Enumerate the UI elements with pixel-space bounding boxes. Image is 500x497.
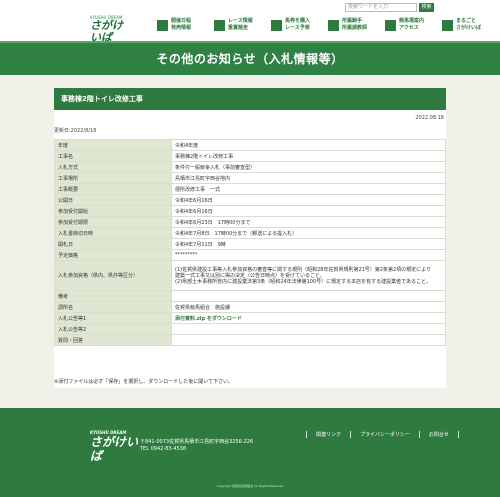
footer-address-block: 〒841-0073佐賀県鳥栖市江島町字西谷3256-226 TEL 0942-8…	[140, 439, 253, 453]
table-row: 公開日 令和4年6月16日	[54, 194, 446, 206]
table-row: 入札方式 条件付一般競争入札（事前審査型）	[54, 161, 446, 173]
bid-info-table: 年度 令和4年度 工事名 事務棟2階トイレ改修工事 入札方式 条件付一般競争入札（事前…	[54, 139, 446, 346]
table-row: 調所名 佐賀県競馬組合 施設課	[54, 301, 446, 313]
jockey-icon	[328, 19, 339, 31]
footer-link-contact[interactable]: お問合せ	[418, 431, 459, 438]
footer-logo[interactable]: KYUSHU DREAM さがけいば	[90, 430, 140, 463]
site-footer: KYUSHU DREAM さがけいば 〒841-0073佐賀県鳥栖市江島町字西谷…	[0, 408, 500, 497]
table-row: 工事場所 鳥栖市江島町字西谷地内	[54, 172, 446, 184]
download-note: ※添付ファイルは必ず「保存」を選択し、ダウンロードした後に開いて下さい。	[54, 379, 234, 385]
article-date: 2022.08.18	[415, 115, 444, 121]
table-row: 入札書締切日時 令和4年7月8日 17時00分まで（郵送による提入札）	[54, 227, 446, 239]
table-row: 参加受付期限 令和4年6月23日 17時00分まで	[54, 216, 446, 228]
footer-link-related[interactable]: 関連リンク	[306, 431, 350, 438]
site-logo[interactable]: KYUSHU DREAM さがけいば	[90, 15, 130, 44]
updated-date: 更新日:2022/8/18	[54, 128, 97, 134]
copyright: Copyright 佐賀県競馬組合 All Rights Reserved	[216, 484, 284, 488]
main-nav: 開催日程 発売情報 レース情報 重賞競走 馬券を購入 レース予想 所属騎手 所属調教師 …	[157, 17, 499, 33]
table-row: 開札日 令和4年7月11日 9時	[54, 238, 446, 250]
footer-link-privacy[interactable]: プライバシーポリシー	[350, 431, 419, 438]
site-header: KYUSHU DREAM さがけいば 検索ワードを入力 検索 開催日程 発売情報 …	[0, 0, 500, 44]
footer-logo-title: さがけいば	[90, 435, 139, 463]
nav-item-race-info[interactable]: レース情報 重賞競走	[214, 17, 271, 33]
page-title: その他のお知らせ（入札情報等）	[156, 52, 344, 66]
table-row: 工事概要 便所改修工事 一式	[54, 183, 446, 195]
table-row: 予定価格 *********	[54, 249, 446, 261]
table-row-qualification: 入札参加資格（県内、県外等区分） (1)佐賀県建設工事等入札参加資格の審査等に関…	[54, 260, 446, 291]
horse-icon	[214, 19, 225, 31]
search-input[interactable]: 検索ワードを入力	[345, 3, 417, 12]
nav-item-about[interactable]: まるごと さがけいば	[442, 17, 499, 33]
article-card: 事務棟2階トイレ改修工事 2022.08.18 更新日:2022/8/18 年度…	[54, 88, 446, 388]
nav-item-buy-ticket[interactable]: 馬券を購入 レース予想	[271, 17, 328, 33]
info-icon	[442, 19, 453, 31]
table-row: 備考	[54, 290, 446, 302]
footer-links: 関連リンク プライバシーポリシー お問合せ	[306, 431, 459, 438]
table-row: 質問・回答	[54, 334, 446, 346]
nav-item-schedule[interactable]: 開催日程 発売情報	[157, 17, 214, 33]
calendar-icon	[157, 19, 168, 31]
table-row: 入札公告等1 添付資料.zip をダウンロード	[54, 312, 446, 324]
article-title: 事務棟2階トイレ改修工事	[54, 88, 446, 110]
table-row: 工事名 事務棟2階トイレ改修工事	[54, 150, 446, 162]
table-row: 年度 令和4年度	[54, 139, 446, 151]
page-banner: その他のお知らせ（入札情報等）	[0, 41, 500, 75]
footer-address: 〒841-0073佐賀県鳥栖市江島町字西谷3256-226	[140, 439, 254, 445]
ticket-icon	[271, 19, 282, 31]
map-icon	[385, 19, 396, 31]
table-row: 入札公告等2	[54, 323, 446, 335]
nav-item-access[interactable]: 競馬場案内 アクセス	[385, 17, 442, 33]
table-row: 参加受付開始 令和4年6月16日	[54, 205, 446, 217]
attachment-download-link[interactable]: 添付資料.zip をダウンロード	[175, 316, 242, 322]
footer-tel: TEL 0942-83-4538	[140, 446, 187, 452]
nav-item-jockeys[interactable]: 所属騎手 所属調教師	[328, 17, 385, 33]
search-button[interactable]: 検索	[419, 3, 434, 12]
